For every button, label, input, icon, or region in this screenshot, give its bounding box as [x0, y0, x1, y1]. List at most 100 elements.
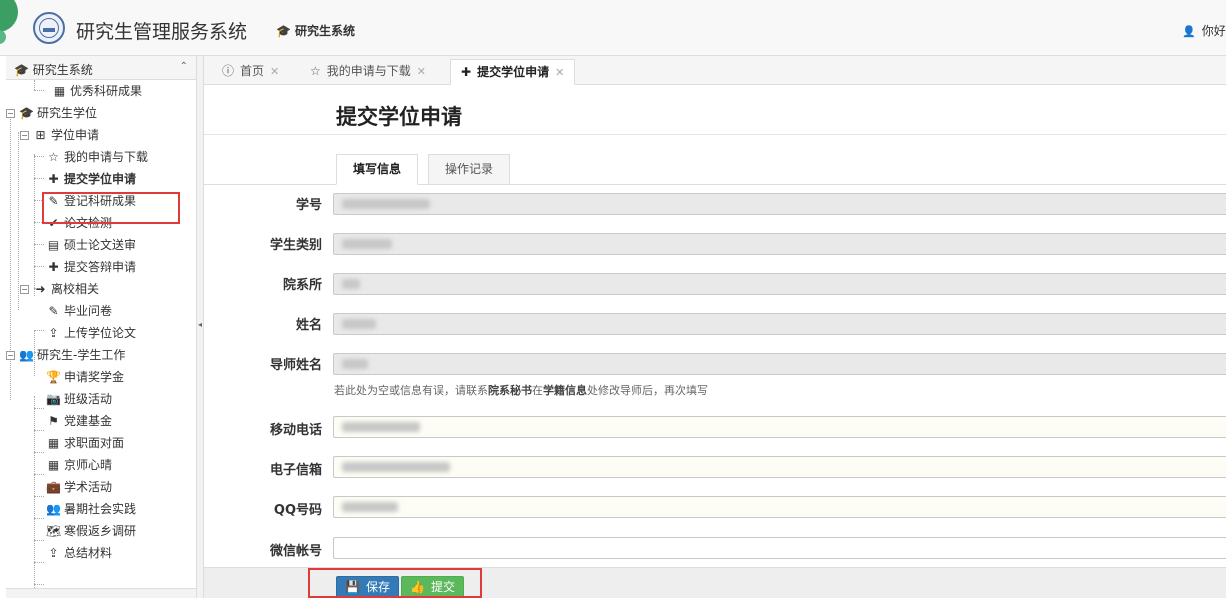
table-icon: ▦ [47, 436, 60, 450]
sidebar-item-upload-thesis[interactable]: ⇪ 上传学位论文 [46, 322, 136, 344]
nav-tree: ▦ 优秀科研成果 − 🎓 研究生学位 − ⊞ 学位申请 ☆ 我的申请与下载 ✚ 提交学位申请 … [6, 80, 196, 590]
sidebar-item-master-thesis-review[interactable]: ▤ 硕士论文送审 [46, 234, 136, 256]
star-outline-icon: ☆ [310, 64, 321, 78]
redacted-value [342, 279, 360, 289]
close-icon[interactable]: ✕ [417, 65, 426, 78]
sidebar-item-class-activity[interactable]: 📷 班级活动 [46, 388, 112, 410]
graduation-cap-icon: 🎓 [276, 24, 291, 38]
wechat-account-label: 微信帐号 [269, 544, 322, 559]
plus-icon: ✚ [48, 172, 59, 186]
name-field[interactable] [333, 313, 1226, 335]
sidebar-scrollbar[interactable] [6, 588, 196, 598]
flag-icon: ⚑ [48, 414, 59, 428]
collapse-arrow-icon[interactable]: ◂ [198, 320, 202, 329]
redacted-value [342, 359, 368, 369]
sidebar-item-my-applications[interactable]: ☆ 我的申请与下载 [46, 146, 148, 168]
tab-home[interactable]: ⓘ 首页 ✕ [212, 59, 289, 85]
student-category-label: 学生类别 [269, 238, 322, 253]
camera-icon: 📷 [46, 392, 61, 406]
sidebar-item-excellent-research[interactable]: ▦ 优秀科研成果 [52, 80, 142, 102]
mobile-phone-field[interactable] [333, 416, 1226, 438]
email-field[interactable] [333, 456, 1226, 478]
advisor-name-field[interactable] [333, 353, 1226, 375]
upload-icon: ⇪ [48, 326, 59, 340]
sidebar-item-winter-research[interactable]: 🗺 寒假返乡调研 [46, 520, 136, 542]
sidebar-item-summer-practice[interactable]: 👥 暑期社会实践 [46, 498, 136, 520]
table-icon: ▦ [47, 458, 60, 472]
sidebar-splitter[interactable]: ◂ [197, 56, 204, 598]
redacted-value [342, 502, 398, 512]
sidebar-item-defense-application[interactable]: ✚ 提交答辩申请 [46, 256, 136, 278]
close-icon[interactable]: ✕ [555, 66, 564, 79]
trophy-icon: 🏆 [46, 370, 61, 384]
qq-number-field[interactable] [333, 496, 1226, 518]
collapse-toggle-icon[interactable]: − [20, 285, 29, 294]
department-label: 院系所 [282, 278, 322, 293]
student-id-label: 学号 [295, 198, 322, 213]
tab-submit-degree-application[interactable]: ✚ 提交学位申请 ✕ [450, 59, 576, 85]
tab-my-applications[interactable]: ☆ 我的申请与下载 ✕ [300, 59, 436, 85]
sidebar-header[interactable]: 🎓 研究生系统 ⌃ [6, 56, 196, 80]
briefcase-icon: 💼 [46, 480, 61, 494]
highlight-box-sidebar [42, 192, 180, 224]
highlight-box-buttons [308, 568, 482, 598]
title-divider [204, 134, 1226, 135]
sidebar-item-graduate-degree[interactable]: − 🎓 研究生学位 [6, 102, 97, 124]
tab-fill-info[interactable]: 填写信息 [336, 154, 419, 185]
redacted-value [342, 319, 376, 329]
wechat-account-field[interactable] [333, 537, 1226, 559]
collapse-toggle-icon[interactable]: − [20, 131, 29, 140]
sidebar-item-graduation-survey[interactable]: ✎ 毕业问卷 [46, 300, 112, 322]
qq-number-label: QQ号码 [273, 503, 322, 518]
sidebar-item-submit-degree-application[interactable]: ✚ 提交学位申请 [46, 168, 136, 190]
sidebar-item-mental-health[interactable]: ▦ 京师心晴 [46, 454, 112, 476]
sidebar-header-label: 研究生系统 [32, 63, 93, 77]
user-menu[interactable]: 👤 你好 [1182, 22, 1226, 39]
sidebar-item-leaving-school[interactable]: − ➜ 离校相关 [20, 278, 99, 300]
top-nav-graduate-system[interactable]: 🎓 研究生系统 [276, 22, 355, 39]
sidebar-item-academic-activity[interactable]: 💼 学术活动 [46, 476, 112, 498]
sidebar-item-job-seeking[interactable]: ▦ 求职面对面 [46, 432, 124, 454]
pencil-icon: ✎ [48, 304, 59, 318]
university-logo [33, 12, 65, 44]
sidebar-item-scholarship[interactable]: 🏆 申请奖学金 [46, 366, 124, 388]
plus-icon: ✚ [48, 260, 59, 274]
system-title: 研究生管理服务系统 [76, 21, 248, 43]
redacted-value [342, 462, 450, 472]
graduation-cap-icon: 🎓 [14, 63, 29, 77]
mobile-phone-label: 移动电话 [269, 423, 322, 438]
sidebar: 🎓 研究生系统 ⌃ ▦ 优秀科研成果 − 🎓 研究生学位 − ⊞ 学位申请 ☆ 我的申 [6, 56, 197, 598]
sign-out-icon: ➜ [35, 282, 46, 296]
corner-decoration [0, 0, 22, 46]
email-label: 电子信箱 [269, 463, 322, 478]
sidebar-item-degree-application[interactable]: − ⊞ 学位申请 [20, 124, 99, 146]
plus-square-icon: ⊞ [35, 128, 46, 142]
collapse-toggle-icon[interactable]: − [6, 351, 15, 360]
users-icon: 👥 [46, 502, 61, 516]
users-icon: 👥 [19, 348, 34, 362]
tab-operation-log[interactable]: 操作记录 [428, 154, 511, 185]
collapse-toggle-icon[interactable]: − [6, 109, 15, 118]
sidebar-item-student-work[interactable]: − 👥 研究生-学生工作 [6, 344, 125, 366]
close-icon[interactable]: ✕ [270, 65, 279, 78]
plus-icon: ✚ [461, 65, 472, 79]
student-category-field[interactable] [333, 233, 1226, 255]
name-label: 姓名 [295, 318, 322, 333]
department-field[interactable] [333, 273, 1226, 295]
advisor-help-text: 若此处为空或信息有误，请联系院系秘书在学籍信息处修改导师后，再次填写 [334, 384, 708, 397]
top-header: 研究生管理服务系统 🎓 研究生系统 👤 你好 [0, 0, 1226, 56]
collapse-icon[interactable]: ⌃ [180, 61, 188, 72]
graduation-cap-icon: 🎓 [19, 106, 34, 120]
info-icon: ⓘ [222, 64, 235, 78]
student-id-field[interactable] [333, 193, 1226, 215]
form-tabs: 填写信息 操作记录 [204, 154, 1226, 185]
star-outline-icon: ☆ [48, 150, 59, 164]
sidebar-item-party-fund[interactable]: ⚑ 党建基金 [46, 410, 112, 432]
page-title: 提交学位申请 [336, 105, 462, 129]
tab-bar: ⓘ 首页 ✕ ☆ 我的申请与下载 ✕ ✚ 提交学位申请 ✕ [204, 56, 1226, 85]
map-icon: 🗺 [46, 524, 62, 538]
book-icon: ▤ [47, 238, 60, 252]
redacted-value [342, 422, 420, 432]
sidebar-item-summary-materials[interactable]: ⇪ 总结材料 [46, 542, 112, 564]
redacted-value [342, 199, 430, 209]
